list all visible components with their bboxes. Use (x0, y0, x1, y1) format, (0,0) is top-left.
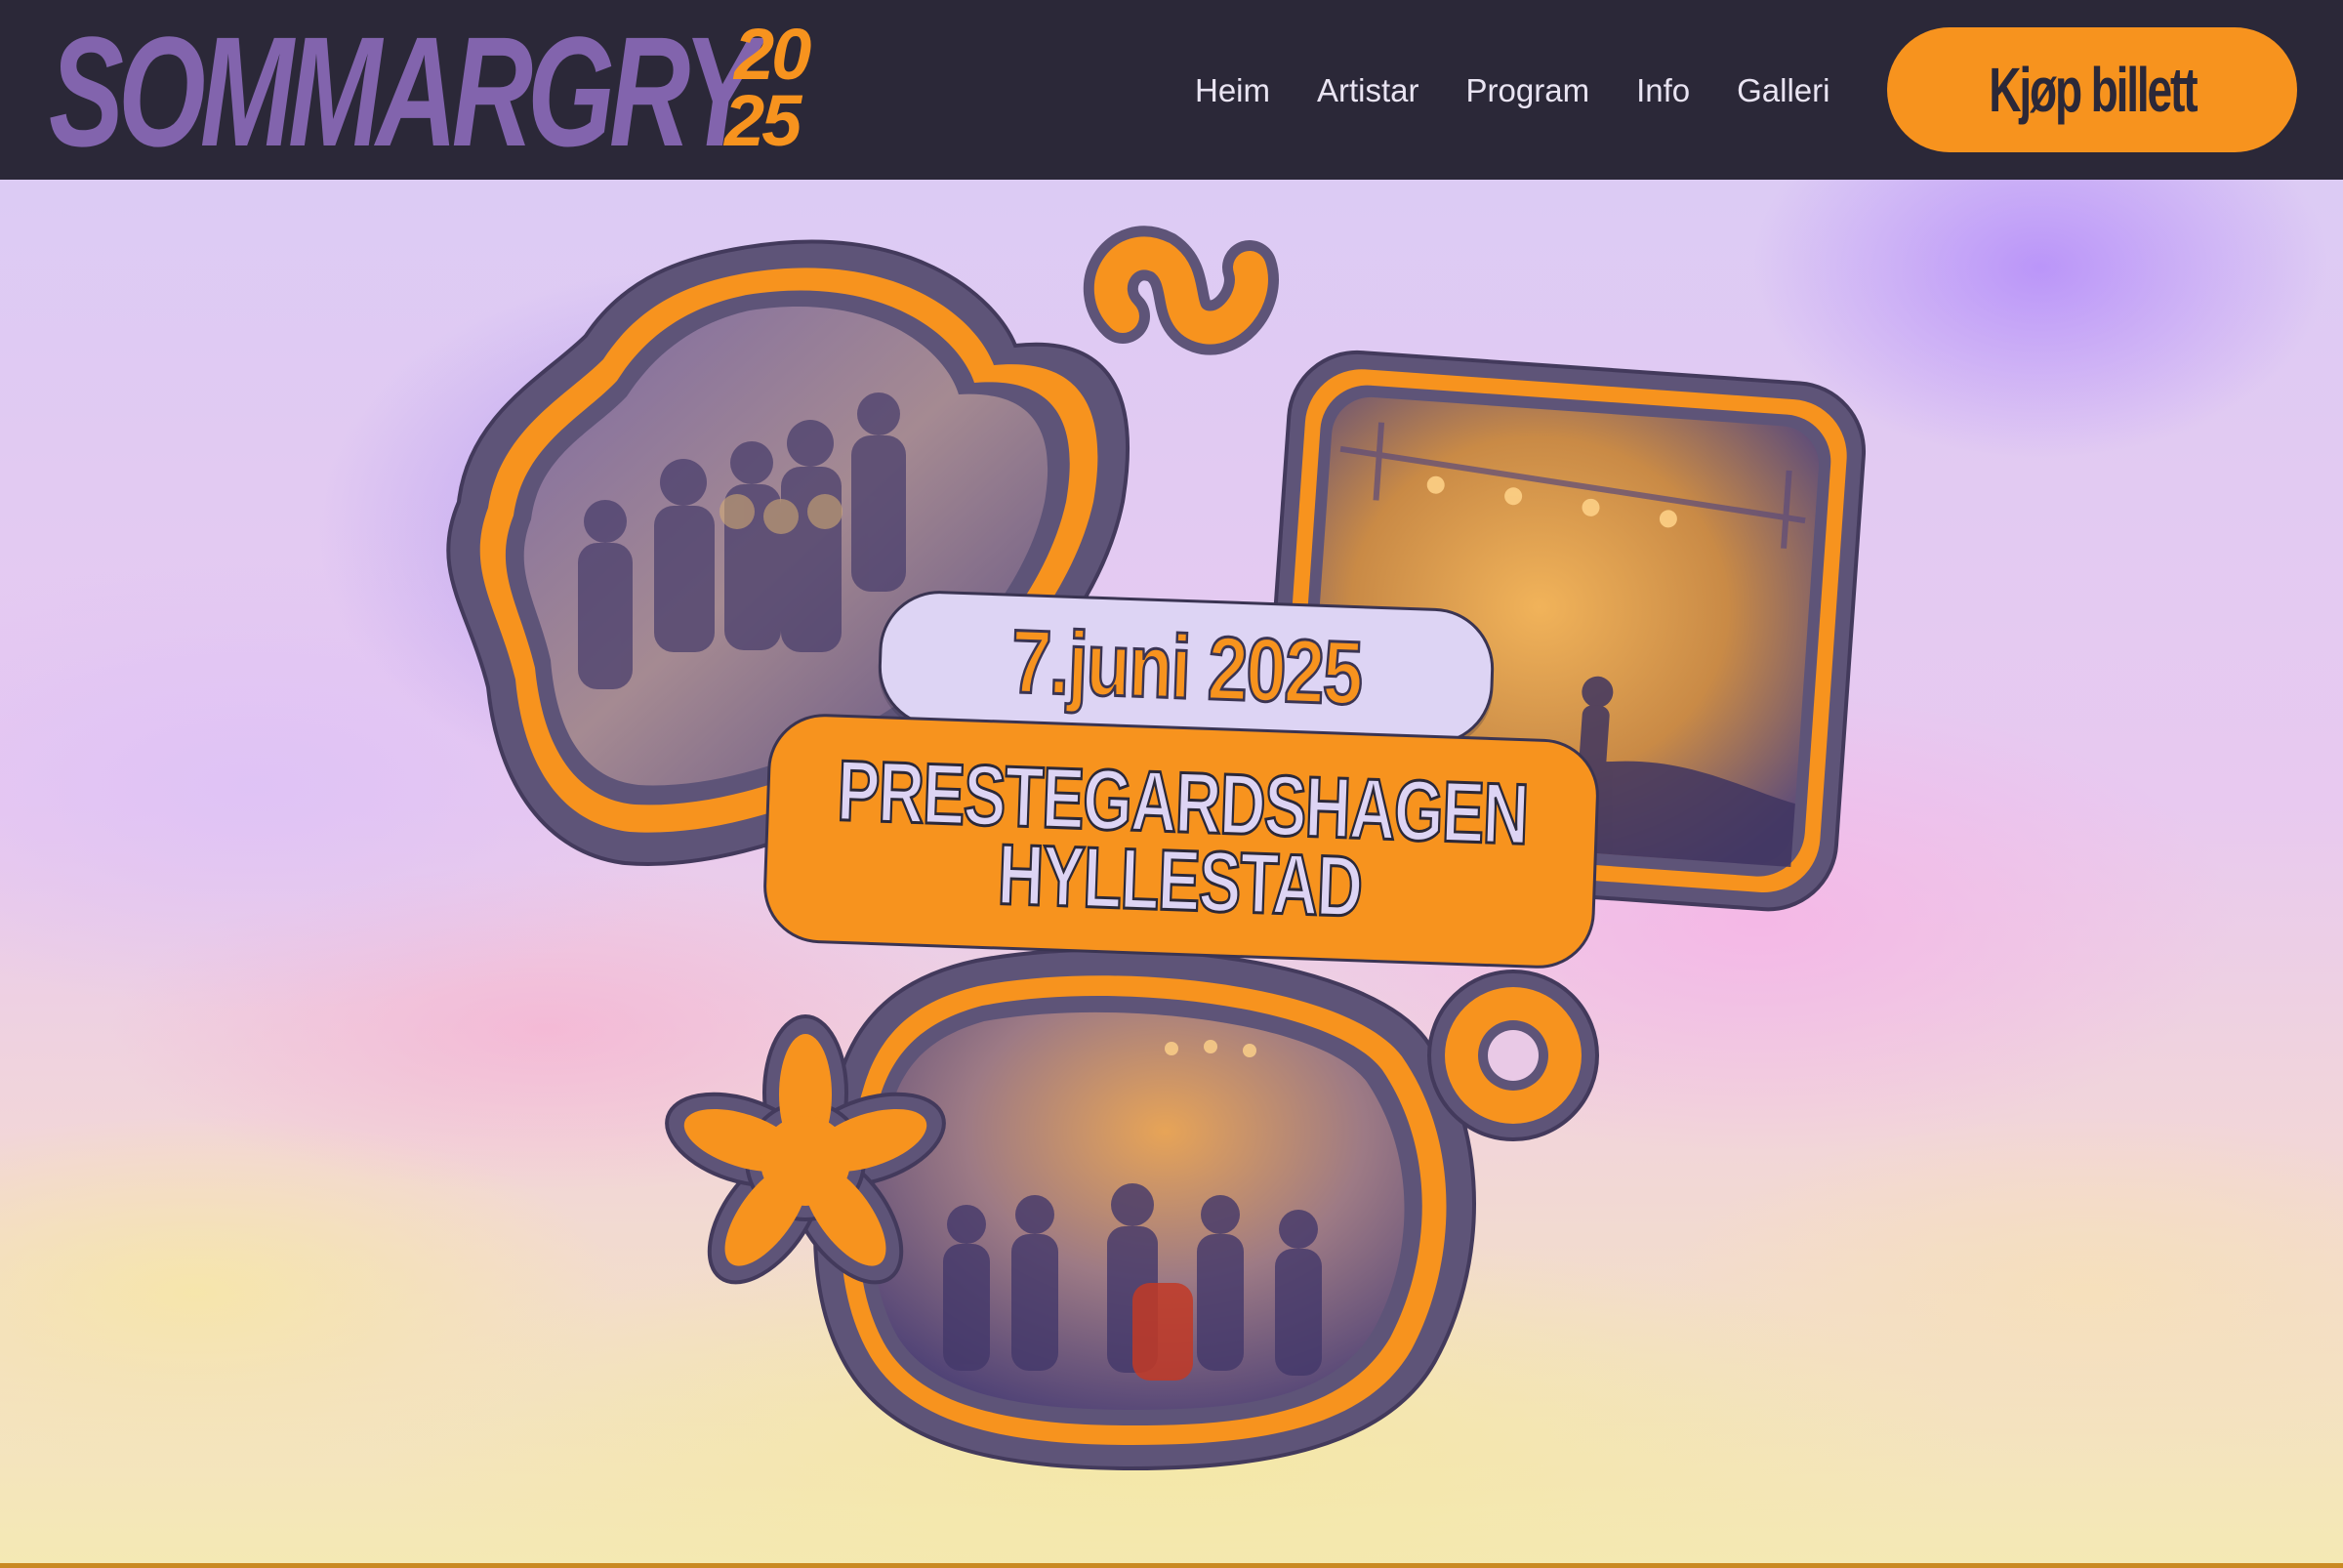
logo-year-bottom: 25 (724, 80, 802, 161)
buy-ticket-label: Kjøp billett (1988, 55, 2198, 125)
nav-link-artistar[interactable]: Artistar (1317, 72, 1419, 109)
nav-link-info[interactable]: Info (1636, 72, 1690, 109)
event-date: 7.juni 2025 (1008, 610, 1365, 724)
ring-shape (1427, 970, 1599, 1141)
venue-place: HYLLESTAD (995, 824, 1364, 936)
main-nav: Heim Artistar Program Info Galleri (1195, 57, 1876, 125)
logo-year-top: 20 (734, 14, 811, 95)
buy-ticket-button[interactable]: Kjøp billett (1887, 27, 2297, 152)
logo-wordmark: SOMMARGRY (49, 4, 758, 179)
nav-link-galleri[interactable]: Galleri (1737, 72, 1829, 109)
section-divider (0, 1563, 2343, 1568)
hero-section: 7.juni 2025 PRESTEGARDSHAGEN HYLLESTAD (0, 180, 2343, 1563)
logo-year: 20 25 (724, 14, 861, 157)
nav-link-program[interactable]: Program (1466, 72, 1590, 109)
concert-crowd-photo-frame (813, 947, 1476, 1471)
site-header: SOMMARGRY 20 25 Heim Artistar Program In… (0, 0, 2343, 180)
nav-link-heim[interactable]: Heim (1195, 72, 1270, 109)
site-logo[interactable]: SOMMARGRY 20 25 (49, 14, 859, 170)
venue-badge: PRESTEGARDSHAGEN HYLLESTAD (761, 712, 1601, 970)
